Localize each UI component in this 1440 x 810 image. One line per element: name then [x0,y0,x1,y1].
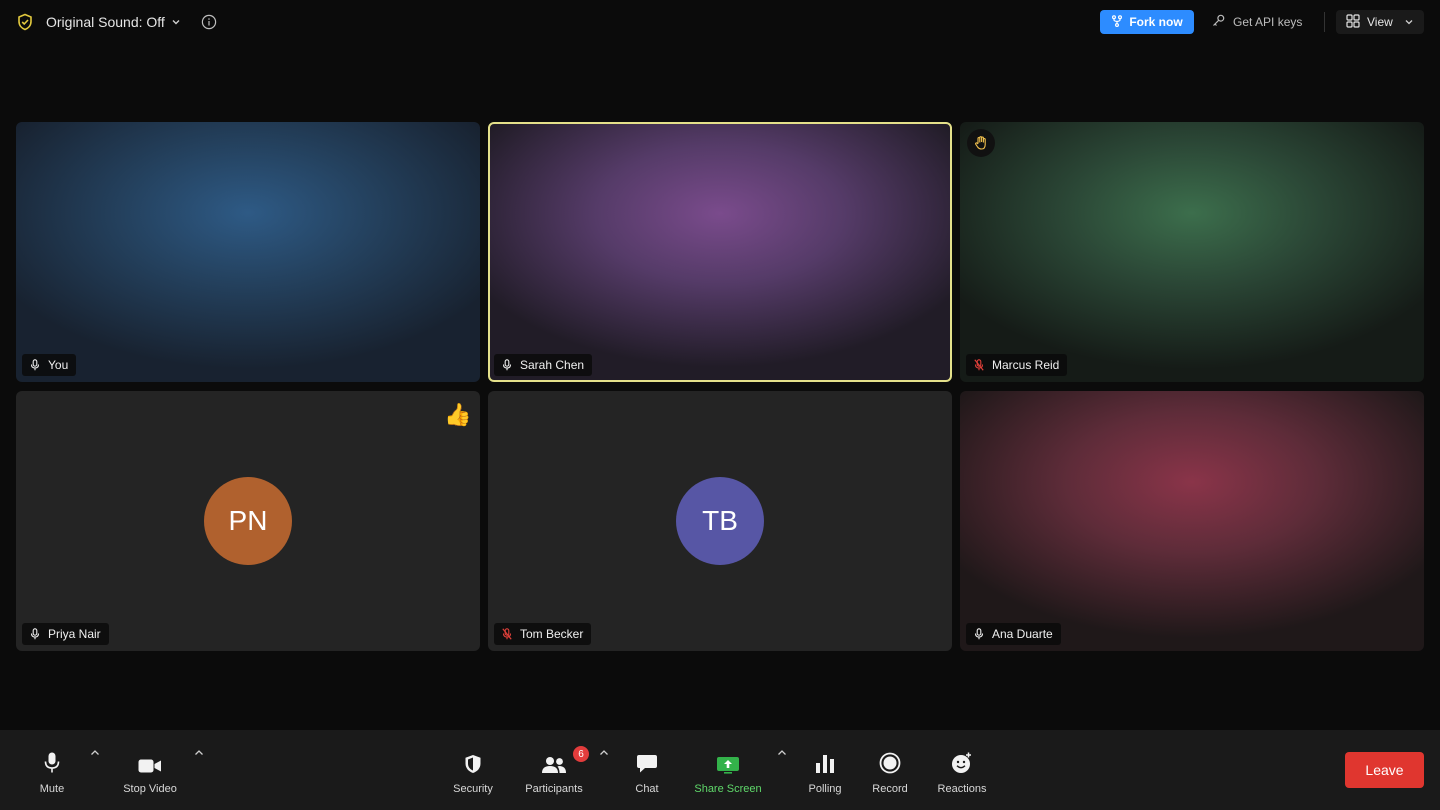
record-button[interactable]: Record [866,730,914,810]
view-label: View [1367,15,1393,29]
hand-raised-icon [967,129,995,157]
fork-now-button[interactable]: Fork now [1100,10,1194,34]
chat-label: Chat [635,783,659,795]
participant-nametag: Sarah Chen [494,354,593,376]
fork-icon [1111,14,1123,30]
microphone-icon [30,628,40,640]
meeting-info: Original Sound: Off [16,10,217,34]
chat-bubble-icon [636,752,658,774]
reactions-label: Reactions [937,783,987,795]
record-label: Record [872,783,908,795]
shield-icon [464,752,482,774]
stop-video-label: Stop Video [123,783,177,795]
avatar: PN [204,477,292,565]
participant-name: You [48,358,69,372]
polling-button[interactable]: Polling [800,730,850,810]
share-screen-icon [716,752,740,774]
mute-options-caret-icon[interactable] [89,747,101,757]
chevron-down-icon[interactable] [171,17,181,27]
video-tile-marcus-reid[interactable]: Marcus Reid [960,122,1424,382]
participant-name: Priya Nair [48,627,101,641]
video-tile-ana-duarte[interactable]: Ana Duarte [960,391,1424,651]
microphone-icon [30,359,40,371]
original-sound-toggle[interactable]: Original Sound: Off [46,14,165,30]
participants-count-badge: 6 [573,746,589,762]
smiley-plus-icon [951,752,973,774]
microphone-icon [502,359,512,371]
share-screen-label: Share Screen [694,783,762,795]
view-button[interactable]: View [1336,10,1424,34]
participants-options-caret-icon[interactable] [598,747,610,757]
participant-name: Sarah Chen [520,358,585,372]
microphone-icon [974,628,984,640]
info-icon[interactable] [201,14,217,30]
participant-name: Tom Becker [520,627,584,641]
participants-label: Participants [525,783,583,795]
video-camera-icon [138,752,162,774]
key-icon [1212,14,1225,30]
bar-chart-icon [815,752,835,774]
muted-microphone-icon [974,359,984,371]
security-button[interactable]: Security [448,730,498,810]
video-tile-priya-nair[interactable]: 👍 PN Priya Nair [16,391,480,651]
mute-button[interactable]: Mute [32,730,72,810]
get-api-keys-link[interactable]: Get API keys [1212,10,1302,34]
video-tile-sarah-chen[interactable]: Sarah Chen [488,122,952,382]
muted-microphone-icon [502,628,512,640]
record-icon [879,752,901,774]
topbar-divider [1324,12,1325,32]
leave-button[interactable]: Leave [1345,752,1424,788]
reactions-button[interactable]: Reactions [932,730,992,810]
participant-nametag: Ana Duarte [966,623,1061,645]
grid-icon [1346,13,1360,31]
video-tile-tom-becker[interactable]: TB Tom Becker [488,391,952,651]
participant-name: Ana Duarte [992,627,1053,641]
share-screen-button[interactable]: Share Screen [688,730,768,810]
chevron-down-icon [1404,17,1414,27]
fork-now-label: Fork now [1129,15,1183,29]
top-bar: Original Sound: Off Fork now Get API key… [0,0,1440,44]
participant-nametag: You [22,354,77,376]
polling-label: Polling [808,783,842,795]
participant-nametag: Marcus Reid [966,354,1068,376]
chat-button[interactable]: Chat [627,730,667,810]
mute-label: Mute [39,783,65,795]
get-api-keys-label: Get API keys [1233,15,1303,29]
video-tile-you[interactable]: You [16,122,480,382]
participant-nametag: Priya Nair [22,623,109,645]
share-options-caret-icon[interactable] [776,747,788,757]
video-options-caret-icon[interactable] [193,747,205,757]
participants-icon [541,752,567,774]
participant-nametag: Tom Becker [494,623,592,645]
shield-icon[interactable] [16,13,34,31]
stop-video-button[interactable]: Stop Video [112,730,188,810]
participant-name: Marcus Reid [992,358,1060,372]
microphone-icon [44,752,60,774]
thumbs-up-reaction: 👍 [444,402,472,427]
security-label: Security [453,783,493,795]
participants-button[interactable]: Participants [518,730,590,810]
avatar: TB [676,477,764,565]
